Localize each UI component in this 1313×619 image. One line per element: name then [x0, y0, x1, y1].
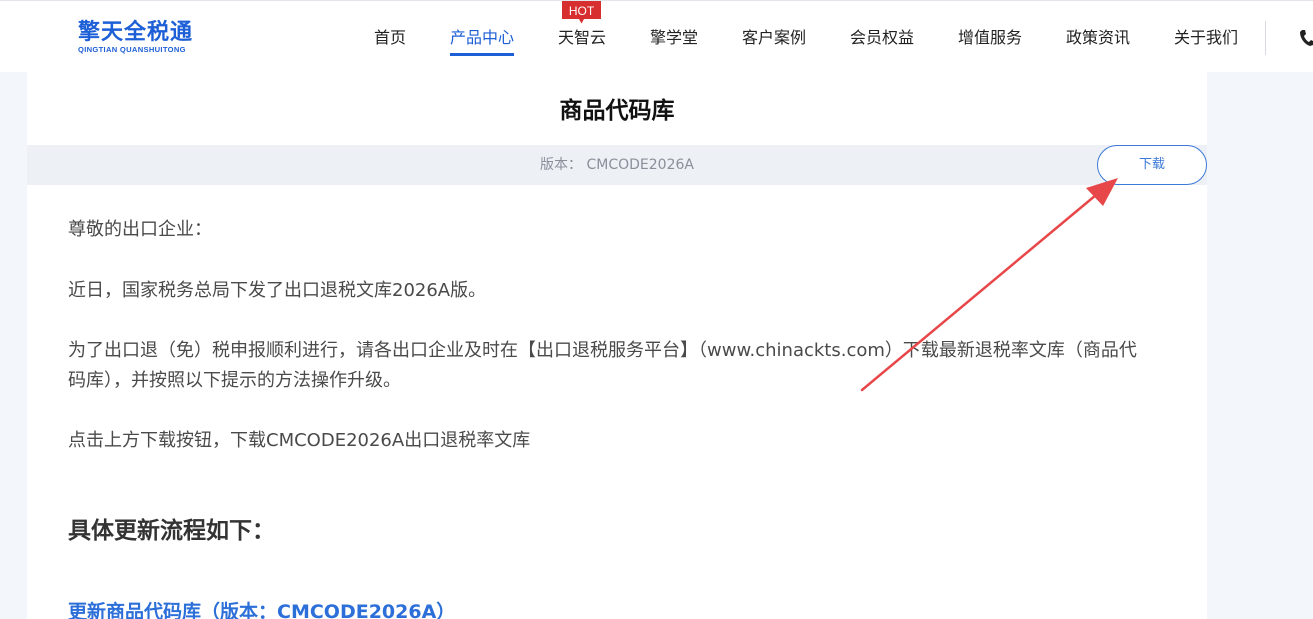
nav-item-label: 增值服务: [958, 28, 1023, 47]
site-logo[interactable]: 擎天全税通 QINGTIAN QUANSHUITONG: [78, 21, 208, 55]
nav-item-about[interactable]: 关于我们: [1174, 27, 1238, 51]
nav-item-label: 客户案例: [742, 28, 807, 47]
greeting-paragraph: 尊敬的出口企业：: [68, 219, 212, 240]
nav-item-label: 天智云: [558, 28, 607, 47]
hot-badge-label: HOT: [568, 4, 595, 18]
nav-item-label: 会员权益: [850, 28, 915, 47]
nav-item-label: 关于我们: [1174, 28, 1239, 47]
nav-item-label: 首页: [374, 28, 407, 47]
nav-item-services[interactable]: 增值服务: [958, 27, 1022, 51]
phone-icon[interactable]: [1299, 29, 1313, 47]
nav-item-membership[interactable]: 会员权益: [850, 27, 914, 51]
section-heading: 具体更新流程如下：: [68, 518, 275, 544]
site-header: 擎天全税通 QINGTIAN QUANSHUITONG 首页 产品中心 HOT …: [0, 0, 1313, 72]
nav-item-products[interactable]: 产品中心: [450, 27, 515, 56]
version-bar: 版本： CMCODE2026A: [27, 145, 1207, 185]
hot-badge: HOT: [562, 1, 601, 24]
download-button[interactable]: 下载: [1097, 145, 1207, 185]
logo-name-cn: 擎天全税通: [78, 20, 194, 45]
nav-item-tianzhiyun[interactable]: 天智云: [558, 27, 606, 51]
nav-item-label: 产品中心: [450, 28, 515, 47]
nav-divider: [1265, 21, 1266, 55]
update-code-library-link[interactable]: 更新商品代码库（版本：CMCODE2026A）: [68, 598, 455, 619]
nav-item-academy[interactable]: 擎学堂: [650, 27, 698, 51]
page-title: 商品代码库: [559, 98, 675, 124]
nav-item-policy[interactable]: 政策资讯: [1066, 27, 1130, 51]
nav-item-cases[interactable]: 客户案例: [742, 27, 806, 51]
download-hint-paragraph: 点击上方下载按钮，下载CMCODE2026A出口退税率文库: [68, 430, 531, 451]
notice-paragraph: 近日，国家税务总局下发了出口退税文库2026A版。: [68, 280, 487, 301]
instruction-paragraph-line-1: 为了出口退（免）税申报顺利进行，请各出口企业及时在【出口退税服务平台】（www.…: [68, 340, 1137, 361]
content-card: 商品代码库 版本： CMCODE2026A 下载 尊敬的出口企业： 近日，国家税…: [27, 72, 1207, 619]
nav-item-home[interactable]: 首页: [374, 27, 406, 51]
nav-item-label: 政策资讯: [1066, 28, 1131, 47]
logo-name-en: QINGTIAN QUANSHUITONG: [78, 45, 186, 54]
active-nav-underline: [450, 53, 515, 56]
version-text: 版本： CMCODE2026A: [540, 157, 694, 173]
nav-item-label: 擎学堂: [650, 28, 699, 47]
instruction-paragraph-line-2: 码库），并按照以下提示的方法操作升级。: [68, 370, 401, 391]
